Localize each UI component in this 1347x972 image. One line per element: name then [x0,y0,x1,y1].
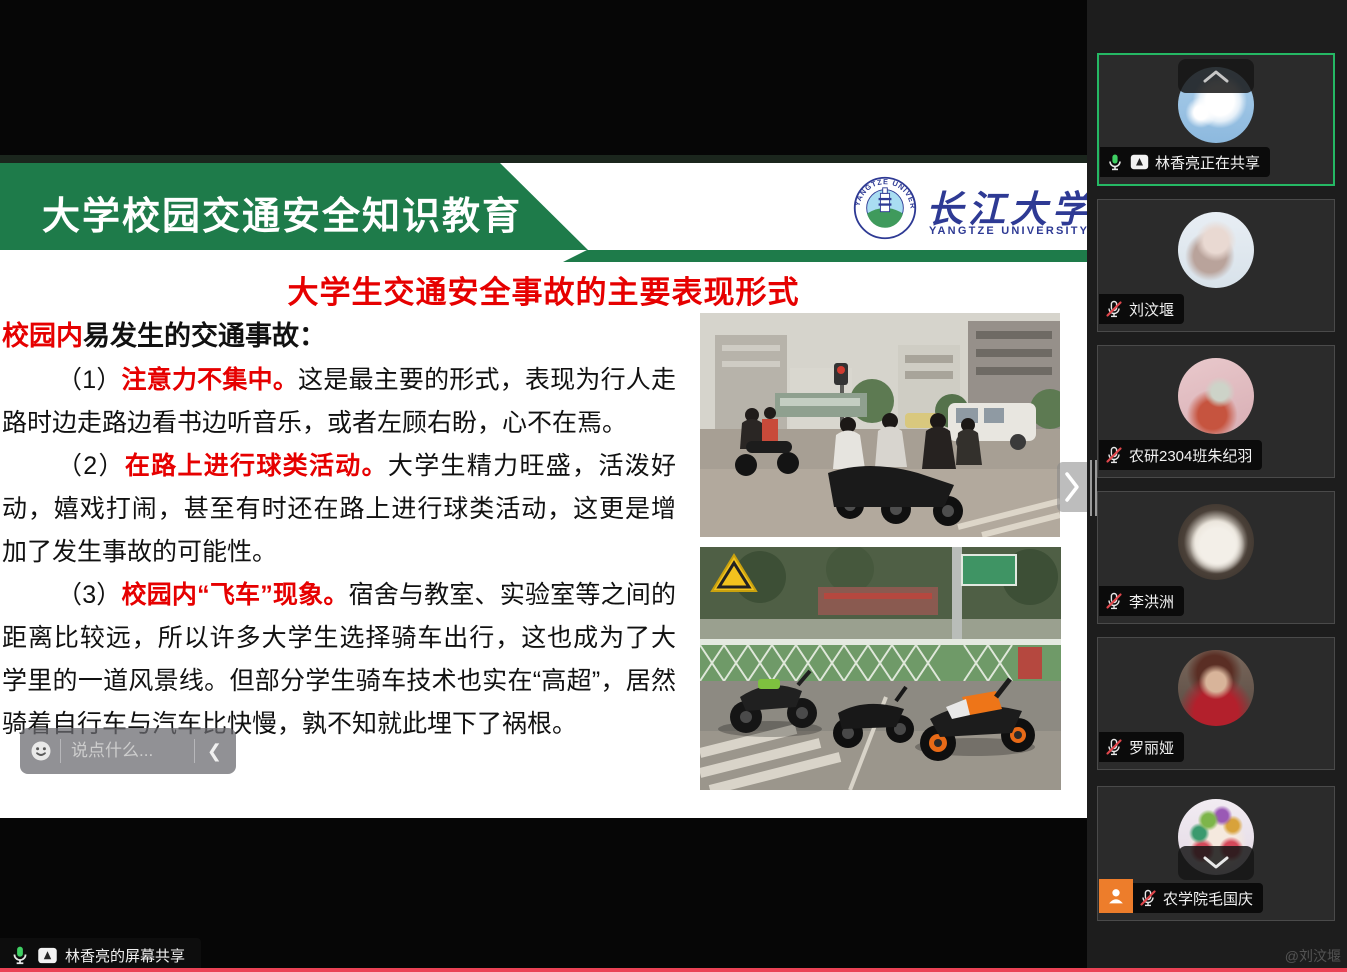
shared-screen-area: 大学校园交通安全知识教育 YANGTZE UNIVERSITY 长江大学 [0,0,1087,972]
participant-name-bar: 刘汶堰 [1099,294,1184,324]
emoji-icon[interactable] [30,740,52,762]
share-status-label: 林香亮的屏幕共享 [65,945,185,966]
slide-title: 大学生交通安全事故的主要表现形式 [0,267,1087,312]
participant-name-bar: 李洪洲 [1099,586,1184,616]
chat-input[interactable] [69,740,186,762]
participant-tile[interactable]: 罗丽娅 [1097,637,1335,770]
slide-paragraph-3: （3）校园内“飞车”现象。宿舍与教室、实验室等之间的距离比较远，所以许多大学生选… [2,574,676,746]
mic-on-icon [1106,153,1124,171]
participant-name-bar: 农学院毛国庆 [1133,883,1263,913]
participant-name: 林香亮正在共享 [1155,152,1260,173]
chat-collapse-icon[interactable]: ❮ [203,742,226,760]
participants-panel: 林香亮正在共享 刘汶堰 [1087,0,1347,972]
participant-name-bar: 林香亮正在共享 [1100,147,1270,177]
participant-tile[interactable]: 刘汶堰 [1097,199,1335,332]
chevron-up-icon [1201,68,1231,84]
screen-share-status-bar: 林香亮的屏幕共享 [0,938,201,972]
mic-muted-icon [1139,889,1157,907]
chat-divider [194,739,195,763]
screen-share-icon [1130,154,1149,170]
chevron-right-icon [1063,470,1081,504]
bottom-accent-strip [0,968,1347,972]
participant-tile[interactable]: 李洪洲 [1097,491,1335,624]
participant-tile[interactable]: 农研2304班朱纪羽 [1097,345,1335,478]
slide-body-text: 校园内易发生的交通事故： （1）注意力不集中。这是最主要的形式，表现为行人走路时… [2,313,676,746]
participant-name: 农研2304班朱纪羽 [1129,445,1252,466]
participant-tile-host[interactable]: 农学院毛国庆 [1097,786,1335,921]
university-seal-icon: YANGTZE UNIVERSITY [852,175,918,241]
user-watermark: @刘汶堰 [1285,946,1341,966]
participant-name-bar: 农研2304班朱纪羽 [1099,440,1262,470]
participant-tile-sharing[interactable]: 林香亮正在共享 [1097,53,1335,186]
presentation-slide: 大学校园交通安全知识教育 YANGTZE UNIVERSITY 长江大学 [0,155,1087,818]
chat-divider [60,739,61,763]
chevron-down-icon [1201,855,1231,871]
avatar [1178,650,1254,726]
panel-resize-handle[interactable] [1090,460,1098,516]
participant-name-bar: 罗丽娅 [1099,732,1184,762]
participant-name: 李洪洲 [1129,591,1174,612]
photo-motorcycles-street [700,547,1061,790]
avatar [1178,504,1254,580]
chat-quick-input[interactable]: ❮ [20,728,236,774]
participant-name: 农学院毛国庆 [1163,888,1253,909]
person-icon [1105,885,1127,907]
meeting-window: 大学校园交通安全知识教育 YANGTZE UNIVERSITY 长江大学 [0,0,1347,972]
slide-paragraph-1: （1）注意力不集中。这是最主要的形式，表现为行人走路时边走路边看书边听音乐，或者… [2,359,676,445]
mic-muted-icon [1105,738,1123,756]
university-logo: YANGTZE UNIVERSITY 长江大学 YANGTZE UNIVERSI… [852,173,1082,253]
mic-muted-icon [1105,592,1123,610]
scroll-up-button[interactable] [1178,59,1254,93]
slide-intro-line: 校园内易发生的交通事故： [2,313,676,359]
mic-on-icon [10,945,30,965]
mic-muted-icon [1105,300,1123,318]
panel-collapse-button[interactable] [1057,462,1087,512]
slide-banner-title: 大学校园交通安全知识教育 [42,185,662,240]
slide-paragraph-2: （2）在路上进行球类活动。大学生精力旺盛，活泼好动，嬉戏打闹，甚至有时还在路上进… [2,445,676,574]
participant-name: 罗丽娅 [1129,737,1174,758]
host-badge [1099,879,1133,913]
scroll-down-button[interactable] [1178,846,1254,880]
avatar [1178,212,1254,288]
participant-name: 刘汶堰 [1129,299,1174,320]
logo-en-name: YANGTZE UNIVERSITY [929,225,1087,237]
screen-share-icon [37,947,58,964]
avatar [1178,358,1254,434]
mic-muted-icon [1105,446,1123,464]
photo-street-intersection [700,313,1060,537]
